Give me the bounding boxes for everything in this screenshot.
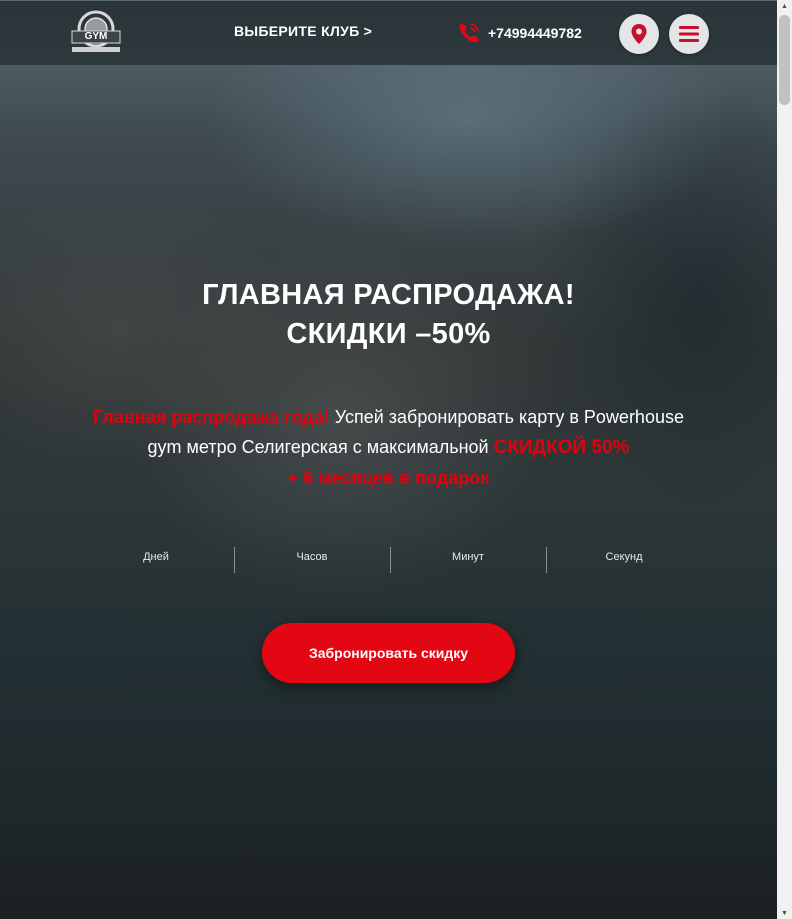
countdown-minutes-label: Минут [452, 551, 484, 563]
scroll-up-arrow-icon[interactable]: ▲ [777, 0, 792, 12]
countdown-seconds: Секунд [546, 547, 702, 573]
gym-logo[interactable]: GYM [68, 9, 124, 55]
countdown-days: Дней [78, 547, 234, 573]
countdown-seconds-label: Секунд [605, 551, 643, 563]
countdown-hours: Часов [234, 547, 390, 573]
menu-button[interactable] [669, 14, 709, 54]
logo-text: GYM [84, 31, 108, 42]
countdown-hours-label: Часов [296, 551, 328, 563]
hamburger-menu-icon [679, 26, 699, 42]
map-pin-icon [631, 24, 647, 44]
select-club-button[interactable]: ВЫБЕРИТЕ КЛУБ > [234, 23, 372, 45]
hero-title: ГЛАВНАЯ РАСПРОДАЖА! СКИДКИ –50% [0, 276, 777, 354]
countdown-days-label: Дней [143, 551, 169, 563]
phone-number[interactable]: +74994449782 [488, 25, 582, 41]
hero-description: Главная распродажа года! Успей заброниро… [80, 402, 697, 493]
desc-highlight-lead: Главная распродажа года! [93, 407, 330, 427]
scrollbar-thumb[interactable] [779, 15, 790, 105]
location-button[interactable] [619, 14, 659, 54]
phone-icon [459, 23, 479, 43]
countdown-timer: Дней Часов Минут Секунд [78, 547, 702, 573]
book-discount-button[interactable]: Забронировать скидку [262, 623, 515, 683]
hero-section: GYM ВЫБЕРИТЕ КЛУБ > +74994449782 ГЛАВНАЯ… [0, 0, 777, 919]
scroll-down-arrow-icon[interactable]: ▼ [777, 907, 792, 919]
desc-highlight-gift: + 6 месяцев в подарок [287, 468, 490, 488]
desc-highlight-discount: СКИДКОЙ 50% [493, 437, 630, 458]
countdown-minutes: Минут [390, 547, 546, 573]
hero-title-line2: СКИДКИ –50% [286, 318, 491, 350]
hero-title-line1: ГЛАВНАЯ РАСПРОДАЖА! [202, 279, 575, 311]
phone-link[interactable]: +74994449782 [456, 19, 582, 47]
top-navigation-bar: GYM ВЫБЕРИТЕ КЛУБ > +74994449782 [0, 0, 777, 65]
page-scrollbar[interactable]: ▲ ▼ [777, 0, 792, 919]
